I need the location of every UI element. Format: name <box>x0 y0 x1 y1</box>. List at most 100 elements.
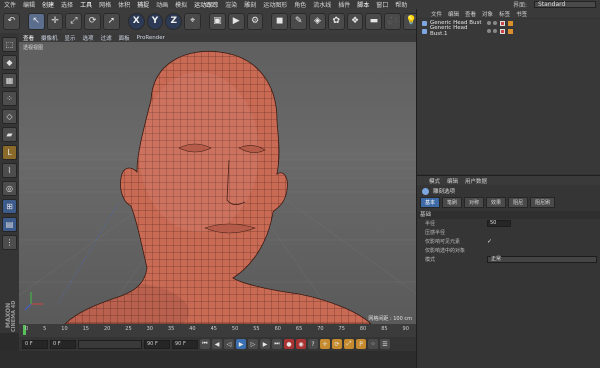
menu-create[interactable]: 创建 <box>42 0 54 9</box>
subdivision-icon[interactable]: ◈ <box>309 12 326 30</box>
rotate-icon[interactable]: ⟳ <box>84 12 102 30</box>
go-to-end-icon[interactable]: ⏭ <box>272 339 282 349</box>
tab-symmetry[interactable]: 对称 <box>464 196 485 208</box>
menu-render[interactable]: 渲染 <box>225 0 237 9</box>
array-icon[interactable]: ✿ <box>327 12 345 30</box>
menu-sculpt[interactable]: 雕刻 <box>244 0 256 9</box>
object-name[interactable]: Generic Head Bust.1 <box>430 25 484 37</box>
end-frame-field[interactable]: 90 F <box>144 339 170 349</box>
floor-icon[interactable]: ▬ <box>365 12 383 30</box>
tab-damping-brush[interactable]: 阻尼刷 <box>530 196 556 208</box>
viewport-menu-view[interactable]: 查看 <box>23 34 34 42</box>
cube-icon[interactable]: ◼ <box>271 12 289 30</box>
sculpt-tag-icon[interactable] <box>500 28 505 34</box>
lock-workplane-icon[interactable]: ▤ <box>2 217 17 232</box>
point-level-icon[interactable]: ⁘ <box>368 339 378 349</box>
perspective-viewport[interactable]: 透视视图 网格间距: 100 cm <box>19 42 416 324</box>
material-tag-icon[interactable] <box>508 20 513 26</box>
pen-icon[interactable]: ✎ <box>290 12 307 30</box>
model-mode-icon[interactable]: ◆ <box>2 55 17 70</box>
timeline-ruler[interactable]: 0 5 10 15 20 25 30 35 40 45 50 55 60 65 … <box>19 324 416 337</box>
layout-select[interactable]: Standard <box>534 1 596 8</box>
move-key-icon[interactable]: ✛ <box>320 339 330 349</box>
menu-edit[interactable]: 编辑 <box>23 0 35 9</box>
tab-damping[interactable]: 阻尼 <box>508 196 529 208</box>
material-tag-icon[interactable] <box>508 28 513 34</box>
menu-file[interactable]: 文件 <box>4 0 16 9</box>
visibility-dots[interactable] <box>487 29 497 33</box>
current-frame-field[interactable]: 0 F <box>22 339 48 349</box>
am-menu-userdata[interactable]: 用户数据 <box>465 177 487 185</box>
undo-icon[interactable]: ↶ <box>3 12 20 30</box>
menu-plugins[interactable]: 插件 <box>338 0 350 9</box>
coordinate-system-icon[interactable]: ⌖ <box>184 12 202 30</box>
menu-mograph[interactable]: 运动图形 <box>263 0 287 9</box>
menu-script[interactable]: 脚本 <box>357 0 369 9</box>
object-row[interactable]: Generic Head Bust.1 <box>417 25 600 37</box>
previous-frame-icon[interactable]: ◁ <box>224 339 234 349</box>
viewport-menu-panel[interactable]: 面板 <box>119 34 130 42</box>
x-axis-icon[interactable]: X <box>127 12 145 30</box>
menu-volume[interactable]: 体积 <box>118 0 130 9</box>
section-header[interactable]: 基础 <box>417 211 600 219</box>
preview-range-slider[interactable] <box>78 339 142 349</box>
go-to-start-icon[interactable]: ⏮ <box>200 339 210 349</box>
move-icon[interactable]: ✛ <box>46 12 64 30</box>
polygons-mode-icon[interactable]: ▰ <box>2 127 17 142</box>
next-frame-icon[interactable]: ▷ <box>248 339 258 349</box>
workplane-icon[interactable]: ⊞ <box>2 199 17 214</box>
render-settings-icon[interactable]: ⚙ <box>246 12 264 30</box>
snap-icon[interactable]: ◎ <box>2 181 17 196</box>
om-menu-edit[interactable]: 编辑 <box>448 10 459 18</box>
scale-key-icon[interactable]: ⤢ <box>344 339 354 349</box>
viewport-menu-filter[interactable]: 过滤 <box>101 34 112 42</box>
menu-help[interactable]: 帮助 <box>395 0 407 9</box>
z-axis-icon[interactable]: Z <box>165 12 183 30</box>
viewport-menu-prorender[interactable]: ProRender <box>137 35 165 41</box>
axis-mode-icon[interactable]: L <box>2 145 17 160</box>
menu-mesh[interactable]: 网格 <box>99 0 111 9</box>
om-menu-bookmarks[interactable]: 书签 <box>516 10 527 18</box>
menu-animate[interactable]: 动画 <box>156 0 168 9</box>
make-editable-icon[interactable]: ⬚ <box>2 37 17 52</box>
max-frame-field[interactable]: 90 F <box>172 339 198 349</box>
viewport-menu-display[interactable]: 显示 <box>65 34 76 42</box>
menu-snap[interactable]: 捕捉 <box>137 0 149 9</box>
menu-simulate[interactable]: 模拟 <box>175 0 187 9</box>
tab-effect[interactable]: 效果 <box>486 196 507 208</box>
menu-pipeline[interactable]: 流水线 <box>313 0 331 9</box>
texture-mode-icon[interactable]: ▦ <box>2 73 17 88</box>
cursor-select-icon[interactable]: ↖ <box>27 12 45 30</box>
deformer-icon[interactable]: ❖ <box>346 12 364 30</box>
play-forward-icon[interactable]: ▶ <box>236 339 246 349</box>
previous-key-icon[interactable]: ◀ <box>212 339 222 349</box>
om-menu-objects[interactable]: 对象 <box>482 10 493 18</box>
radius-value-field[interactable]: 50 <box>487 220 511 227</box>
viewport-menu-cameras[interactable]: 摄像机 <box>41 34 58 42</box>
menu-select[interactable]: 选择 <box>61 0 73 9</box>
start-frame-field[interactable]: 0 F <box>50 339 76 349</box>
mode-dropdown[interactable]: 正常 <box>487 256 597 263</box>
y-axis-icon[interactable]: Y <box>146 12 164 30</box>
om-menu-view[interactable]: 查看 <box>465 10 476 18</box>
visible-only-checkbox[interactable]: ✓ <box>487 238 492 245</box>
tab-brush[interactable]: 笔刷 <box>442 196 463 208</box>
next-key-icon[interactable]: ▶ <box>260 339 270 349</box>
edges-mode-icon[interactable]: ◇ <box>2 109 17 124</box>
keyframe-selection-icon[interactable]: ? <box>308 339 318 349</box>
points-mode-icon[interactable]: ⁘ <box>2 91 17 106</box>
autokey-icon[interactable]: ◉ <box>296 339 306 349</box>
render-to-picture-viewer-icon[interactable]: ▶ <box>227 12 245 30</box>
record-icon[interactable]: ● <box>284 339 294 349</box>
grid-icon[interactable]: ⋮ <box>2 235 17 250</box>
menu-window[interactable]: 窗口 <box>376 0 388 9</box>
camera-icon[interactable]: 🎥 <box>384 12 402 30</box>
tab-basic[interactable]: 基本 <box>420 196 441 208</box>
am-menu-edit[interactable]: 编辑 <box>447 177 458 185</box>
menu-tracker[interactable]: 运动跟踪 <box>194 0 218 9</box>
om-menu-file[interactable]: 文件 <box>431 10 442 18</box>
menu-character[interactable]: 角色 <box>294 0 306 9</box>
rotate-key-icon[interactable]: ⟳ <box>332 339 342 349</box>
viewport-menu-options[interactable]: 选项 <box>83 34 94 42</box>
head-bust-mesh[interactable] <box>19 42 416 324</box>
